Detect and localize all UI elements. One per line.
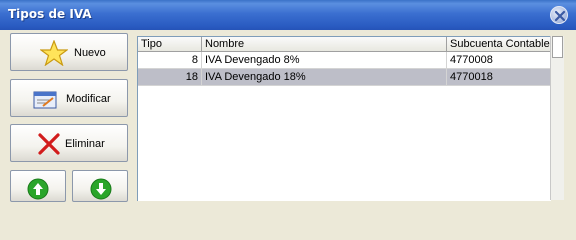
table-row[interactable]: 8 IVA Devengado 8% 4770008 (138, 52, 551, 69)
column-header-tipo[interactable]: Tipo (138, 37, 202, 52)
cell-subcuenta: 4770008 (447, 52, 551, 69)
cell-tipo: 8 (138, 52, 202, 69)
move-up-button[interactable] (10, 170, 66, 202)
window-title: Tipos de IVA (8, 7, 92, 21)
red-x-icon (38, 133, 60, 155)
eliminar-button[interactable]: Eliminar (10, 124, 128, 162)
cell-nombre: IVA Devengado 18% (202, 69, 447, 86)
window-edge (564, 36, 576, 200)
vertical-scrollbar[interactable] (550, 36, 565, 200)
table-row-selected[interactable]: 18 IVA Devengado 18% 4770018 (138, 69, 551, 86)
cell-subcuenta: 4770018 (447, 69, 551, 86)
close-button[interactable] (550, 6, 568, 24)
cell-nombre: IVA Devengado 8% (202, 52, 447, 69)
arrow-down-icon (90, 178, 112, 200)
move-down-button[interactable] (72, 170, 128, 202)
star-icon (40, 40, 68, 66)
column-header-subcuenta[interactable]: Subcuenta Contable (447, 37, 551, 52)
title-bar: Tipos de IVA (0, 0, 576, 30)
left-button-panel: Nuevo Modificar Eliminar (0, 30, 134, 202)
modificar-label: Modificar (66, 93, 111, 105)
modificar-button[interactable]: Modificar (10, 79, 128, 117)
eliminar-label: Eliminar (65, 138, 105, 150)
cell-tipo: 18 (138, 69, 202, 86)
close-icon (554, 10, 566, 22)
scrollbar-thumb[interactable] (552, 36, 563, 58)
edit-form-icon (33, 91, 57, 109)
arrow-up-icon (27, 178, 49, 200)
column-header-nombre[interactable]: Nombre (202, 37, 447, 52)
nuevo-label: Nuevo (74, 47, 106, 59)
iva-types-table[interactable]: Tipo Nombre Subcuenta Contable 8 IVA Dev… (137, 36, 551, 201)
nuevo-button[interactable]: Nuevo (10, 33, 128, 71)
